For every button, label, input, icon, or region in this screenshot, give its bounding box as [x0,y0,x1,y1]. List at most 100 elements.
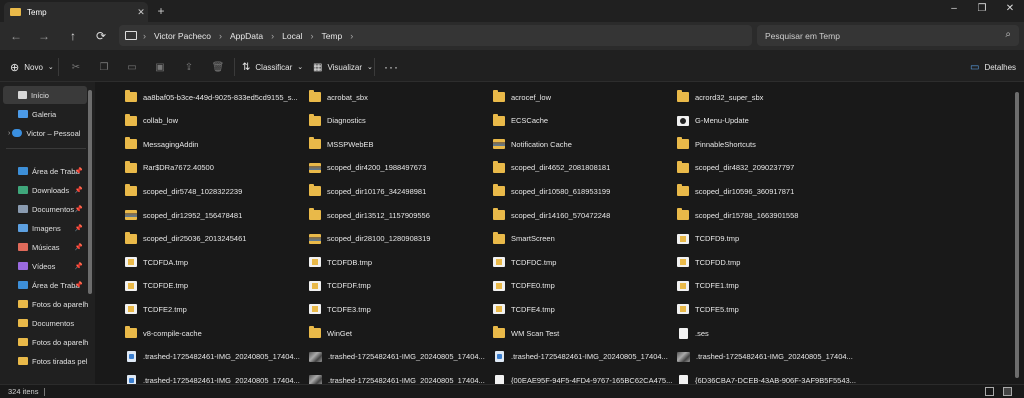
sidebar-item-videos[interactable]: Vídeos 📌 [0,257,93,275]
sidebar-item-documentos-2[interactable]: Documentos [0,314,93,332]
file-item[interactable]: TCDFDC.tmp [493,253,556,271]
file-item[interactable]: SmartScreen [493,230,555,248]
file-item[interactable]: TCDFDD.tmp [677,253,740,271]
tiles-view-icon[interactable] [1003,387,1012,396]
content-scrollbar[interactable] [1015,92,1019,378]
file-item[interactable]: G-Menu-Update [677,112,749,130]
details-view-icon[interactable] [985,387,994,396]
file-item[interactable]: TCDFE5.tmp [677,300,739,318]
pin-icon[interactable]: 📌 [75,205,83,213]
file-item[interactable]: .ses [677,324,709,342]
file-item[interactable]: acrocef_low [493,88,551,106]
file-item[interactable]: ECSCache [493,112,548,130]
minimize-button[interactable]: – [940,0,968,18]
copy-button[interactable]: ❐ [96,59,112,75]
sidebar-item-fotos-3[interactable]: Fotos tiradas pel [0,352,93,370]
cut-button[interactable]: ✂ [68,59,84,75]
pin-icon[interactable]: 📌 [75,281,83,289]
file-item[interactable]: acrord32_super_sbx [677,88,763,106]
sidebar-item-galeria[interactable]: Galeria [0,105,93,123]
forward-button[interactable]: → [34,27,54,45]
pin-icon[interactable]: 📌 [75,262,83,270]
file-item[interactable]: scoped_dir4832_2090237797 [677,159,794,177]
sidebar-item-onedrive[interactable]: › Victor – Pessoal [0,124,93,142]
sidebar-item-downloads[interactable]: Downloads 📌 [0,181,93,199]
new-button[interactable]: ⊕ Novo ⌄ [10,59,54,75]
file-item[interactable]: .trashed-1725482461-IMG_20240805_17404..… [677,348,853,366]
file-item[interactable]: Diagnostics [309,112,366,130]
file-item[interactable]: Notification Cache [493,135,572,153]
file-item[interactable]: MSSPWebEB [309,135,374,153]
close-window-button[interactable]: ✕ [996,0,1024,18]
more-options-button[interactable]: ··· [384,59,399,75]
breadcrumb-item[interactable]: Victor Pacheco [154,31,211,41]
back-button[interactable]: ← [6,27,26,45]
file-item[interactable]: WinGet [309,324,352,342]
file-item[interactable]: scoped_dir10176_342498981 [309,182,426,200]
file-item[interactable]: PinnableShortcuts [677,135,756,153]
file-item[interactable]: TCDFE1.tmp [677,277,739,295]
file-item[interactable]: .trashed-1725482461-IMG_20240805_17404..… [309,348,485,366]
file-item[interactable]: TCDFE2.tmp [125,300,187,318]
file-item[interactable]: MessagingAddin [125,135,198,153]
sidebar-scrollbar[interactable] [88,90,92,294]
maximize-button[interactable]: ❐ [968,0,996,18]
file-item[interactable]: aa8baf05-b3ce-449d-9025-833ed5cd9155_s..… [125,88,298,106]
pin-icon[interactable]: 📌 [75,186,83,194]
breadcrumb[interactable]: › Victor Pacheco › AppData › Local › Tem… [119,25,752,46]
share-button[interactable]: ⇪ [181,59,197,75]
file-item[interactable]: scoped_dir28100_1280908319 [309,230,430,248]
file-item[interactable]: TCDFDA.tmp [125,253,188,271]
file-item[interactable]: .trashed-1725482461-IMG_20240805_17404..… [125,348,300,366]
sidebar-item-imagens[interactable]: Imagens 📌 [0,219,93,237]
file-item[interactable]: TCDFE3.tmp [309,300,371,318]
sidebar-item-fotos-2[interactable]: Fotos do aparelh [0,333,93,351]
file-item[interactable]: WM Scan Test [493,324,559,342]
file-item[interactable]: collab_low [125,112,178,130]
file-item[interactable]: scoped_dir15788_1663901558 [677,206,798,224]
file-item[interactable]: scoped_dir5748_1028322239 [125,182,242,200]
sidebar-item-desktop-2[interactable]: Área de Traba 📌 [0,276,93,294]
file-item[interactable]: TCDFD9.tmp [677,230,739,248]
close-tab-icon[interactable]: ✕ [134,7,148,18]
refresh-button[interactable]: ⟳ [91,27,111,45]
file-item[interactable]: TCDFDE.tmp [125,277,188,295]
sidebar-item-documentos[interactable]: Documentos 📌 [0,200,93,218]
file-item[interactable]: .trashed-1725482461-IMG_20240805_17404..… [493,348,668,366]
file-item[interactable]: scoped_dir14160_570472248 [493,206,610,224]
paste-button[interactable]: ▭ [124,59,140,75]
file-item[interactable]: scoped_dir4200_1988497673 [309,159,426,177]
pin-icon[interactable]: 📌 [75,224,83,232]
file-item[interactable]: scoped_dir10596_360917871 [677,182,794,200]
sidebar-item-desktop[interactable]: Área de Traba 📌 [0,162,93,180]
up-button[interactable]: ↑ [63,27,83,45]
new-tab-button[interactable]: + [154,3,168,19]
rename-button[interactable]: ▣ [152,59,168,75]
breadcrumb-item[interactable]: Temp [321,31,342,41]
sidebar-item-inicio[interactable]: Início [3,86,87,104]
sidebar-item-fotos-1[interactable]: Fotos do aparelh [0,295,93,313]
sidebar-item-musicas[interactable]: Músicas 📌 [0,238,93,256]
tab-temp[interactable]: Temp ✕ [4,2,148,22]
details-button[interactable]: ▭ Detalhes [970,59,1016,75]
file-item[interactable]: scoped_dir25036_2013245461 [125,230,246,248]
pin-icon[interactable]: 📌 [75,243,83,251]
file-item[interactable]: Rar$DRa7672.40500 [125,159,214,177]
file-item[interactable]: scoped_dir10580_618953199 [493,182,610,200]
file-item[interactable]: scoped_dir4652_2081808181 [493,159,610,177]
file-item[interactable]: v8-compile-cache [125,324,202,342]
pin-icon[interactable]: 📌 [75,167,83,175]
file-item[interactable]: acrobat_sbx [309,88,368,106]
file-item[interactable]: TCDFDF.tmp [309,277,371,295]
breadcrumb-item[interactable]: Local [282,31,302,41]
breadcrumb-item[interactable]: AppData [230,31,263,41]
file-item[interactable]: scoped_dir12952_156478481 [125,206,242,224]
sort-button[interactable]: ⇅ Classificar ⌄ [242,59,303,75]
search-input[interactable]: Pesquisar em Temp ⌕ [757,25,1019,46]
file-item[interactable]: TCDFDB.tmp [309,253,372,271]
delete-button[interactable]: 🗑 [210,59,226,75]
file-item[interactable]: TCDFE4.tmp [493,300,555,318]
file-item[interactable]: scoped_dir13512_1157909556 [309,206,430,224]
view-button[interactable]: ▦ Visualizar ⌄ [313,59,373,75]
file-item[interactable]: TCDFE0.tmp [493,277,555,295]
